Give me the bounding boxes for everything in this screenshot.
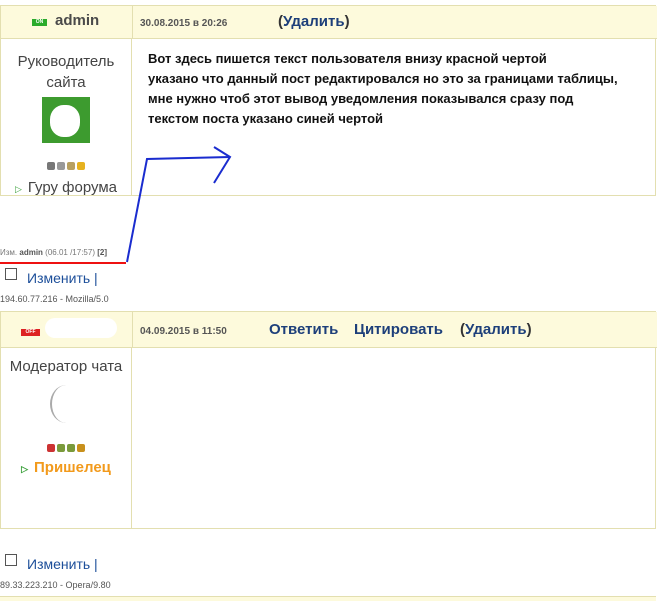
- edit-note-time: (06.01 /17:57): [45, 248, 95, 257]
- reply-link[interactable]: Ответить: [269, 321, 338, 338]
- select-checkbox-1[interactable]: [5, 268, 17, 280]
- edit-note-user[interactable]: admin: [19, 248, 43, 257]
- body-line-2: указано что данный пост редактировался н…: [148, 71, 618, 86]
- award-icons: [1, 157, 131, 175]
- edit-note: Изм. admin (06.01 /17:57) [2]: [0, 248, 107, 257]
- role-line-1: Руководитель: [17, 53, 115, 70]
- post-2: OFF 04.09.2015 в 11:50 Ответить Цитирова…: [0, 311, 657, 529]
- award-icons: [1, 439, 131, 457]
- edit-note-prefix: Изм.: [0, 248, 18, 257]
- delete-action[interactable]: (Удалить): [278, 13, 350, 30]
- award-icon-3: [67, 162, 75, 170]
- rank-label: ▷ Пришелец: [1, 459, 131, 476]
- triangle-icon: ▷: [21, 464, 28, 474]
- author-cell: OFF: [1, 312, 133, 347]
- award-icon-2: [57, 162, 65, 170]
- change-link[interactable]: Изменить: [27, 270, 90, 286]
- award-icon-4: [77, 162, 85, 170]
- red-annotation-underline: [0, 262, 126, 264]
- online-status-badge: ON: [32, 19, 47, 26]
- avatar[interactable]: [42, 97, 90, 143]
- body-line-1: Вот здесь пишется текст пользователя вни…: [148, 51, 547, 66]
- ip-info-2: 89.33.223.210 - Opera/9.80: [0, 580, 111, 590]
- post-1: ON admin 30.08.2015 в 20:26 (Удалить) Ру…: [0, 5, 657, 196]
- body-line-3: мне нужно чтоб этот вывод уведомления по…: [148, 91, 574, 106]
- award-icon-4: [77, 444, 85, 452]
- rank-label: ▷ Гуру форума: [1, 179, 131, 196]
- post-body: Вот здесь пишется текст пользователя вни…: [148, 49, 653, 129]
- ip-info-1: 194.60.77.216 - Mozilla/5.0: [0, 294, 109, 304]
- offline-status-badge: OFF: [21, 329, 40, 336]
- author-cell: ON admin: [1, 6, 133, 38]
- delete-link[interactable]: Удалить: [465, 321, 527, 338]
- rank-text: Пришелец: [34, 459, 111, 476]
- author-name[interactable]: admin: [55, 12, 99, 29]
- change-action-1[interactable]: Изменить |: [27, 270, 98, 286]
- rank-text: Гуру форума: [27, 179, 118, 196]
- body-line-4: текстом поста указано синей чертой: [148, 111, 384, 126]
- award-icon-1: [47, 444, 55, 452]
- role-line-2: сайта: [46, 74, 86, 91]
- post-date: 30.08.2015 в 20:26: [140, 18, 228, 29]
- change-link[interactable]: Изменить: [27, 556, 90, 572]
- post-date: 04.09.2015 в 11:50: [140, 326, 227, 337]
- next-post-header-strip: [0, 596, 656, 601]
- triangle-icon: ▷: [14, 184, 22, 194]
- separator: |: [94, 270, 98, 286]
- post-header: ON admin 30.08.2015 в 20:26 (Удалить): [1, 6, 657, 39]
- delete-action[interactable]: (Удалить): [460, 321, 532, 338]
- quote-link[interactable]: Цитировать: [354, 321, 443, 338]
- author-sidebar: Руководитель сайта ▷ Гуру форума: [1, 39, 132, 196]
- award-icon-2: [57, 444, 65, 452]
- select-checkbox-2[interactable]: [5, 554, 17, 566]
- avatar[interactable]: [44, 379, 88, 429]
- author-name-hidden[interactable]: [45, 318, 117, 338]
- edit-note-count: [2]: [97, 248, 107, 257]
- separator: |: [94, 556, 98, 572]
- change-action-2[interactable]: Изменить |: [27, 556, 98, 572]
- award-icon-1: [47, 162, 55, 170]
- author-sidebar: Модератор чата ▷ Пришелец: [1, 348, 132, 529]
- post-header: OFF 04.09.2015 в 11:50 Ответить Цитирова…: [1, 312, 657, 348]
- author-role: Руководитель сайта: [1, 51, 131, 93]
- author-role: Модератор чата: [9, 358, 123, 375]
- delete-link[interactable]: Удалить: [283, 13, 345, 30]
- award-icon-3: [67, 444, 75, 452]
